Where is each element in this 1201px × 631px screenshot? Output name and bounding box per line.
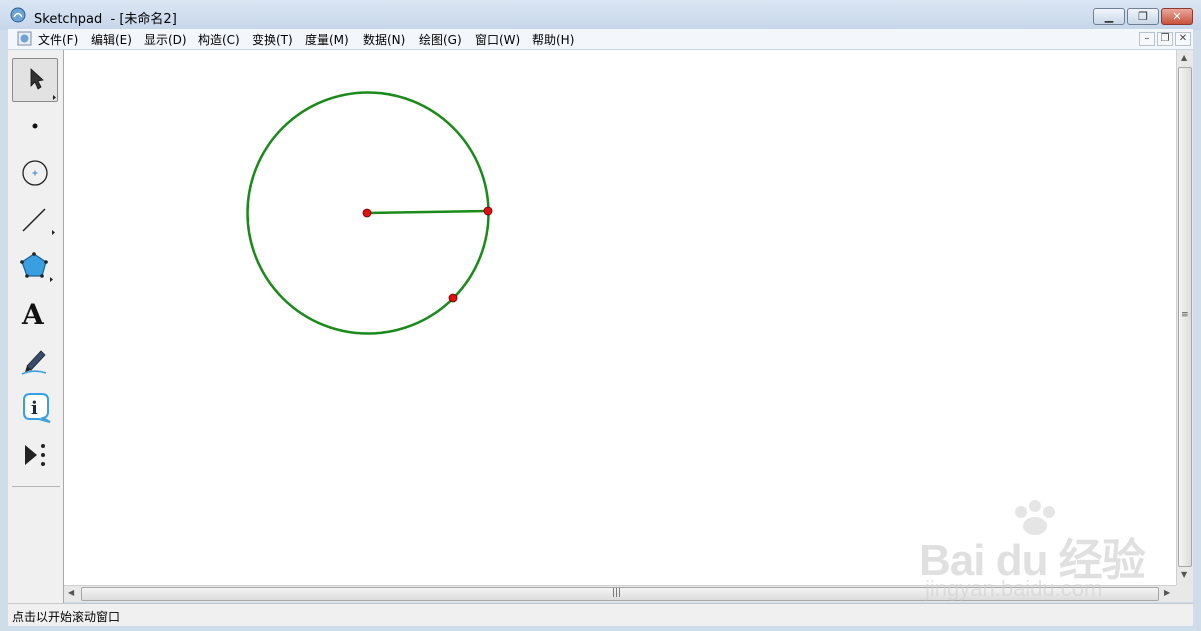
v-grip-icon: ≡ (1181, 310, 1189, 320)
info-tool-label: i (31, 398, 38, 419)
custom-tool[interactable] (12, 433, 58, 477)
mdi-close-icon: ✕ (1178, 33, 1188, 44)
horizontal-scroll-thumb[interactable]: ||| (81, 587, 1159, 601)
status-text: 点击以开始滚动窗口 (12, 610, 121, 624)
point-on-circle[interactable] (448, 293, 458, 303)
info-icon: i (23, 393, 51, 423)
segment-icon (22, 208, 55, 235)
menu-measure[interactable]: 度量(M) (305, 31, 349, 48)
menu-help[interactable]: 帮助(H) (532, 31, 574, 48)
mdi-minimize-button[interactable]: – (1139, 32, 1155, 46)
scroll-up-icon[interactable]: ▲ (1181, 53, 1187, 62)
radius-segment[interactable] (366, 209, 489, 215)
menu-file[interactable]: 文件(F) (38, 31, 78, 48)
construction-drawing (246, 91, 493, 335)
maximize-button[interactable]: ❐ (1127, 8, 1159, 25)
h-grip-icon: ||| (612, 588, 622, 598)
menu-display[interactable]: 显示(D) (144, 31, 187, 48)
polygon-tool[interactable] (12, 245, 58, 289)
menu-graph[interactable]: 绘图(G) (419, 31, 462, 48)
radius-endpoint[interactable] (483, 206, 493, 216)
point-tool[interactable] (12, 104, 58, 148)
menu-data[interactable]: 数据(N) (363, 31, 405, 48)
text-A-icon: A (21, 298, 45, 331)
circle-icon (22, 160, 48, 186)
toolbox: A i (8, 50, 64, 603)
mdi-minimize-icon: – (1144, 33, 1150, 44)
menu-construct[interactable]: 构造(C) (198, 31, 240, 48)
toolbox-divider (12, 486, 60, 487)
mdi-restore-button[interactable]: ❐ (1157, 32, 1173, 46)
minimize-icon: ▁ (1104, 10, 1114, 23)
sketchpad-app-icon (10, 7, 26, 23)
document-icon[interactable] (17, 31, 32, 46)
marker-pen-icon (21, 350, 47, 375)
center-point[interactable] (362, 208, 372, 218)
sketch-canvas[interactable] (64, 50, 1176, 585)
text-tool[interactable]: A (12, 292, 58, 336)
information-tool[interactable]: i (12, 386, 58, 430)
close-icon: ✕ (1172, 10, 1182, 23)
straightedge-tool[interactable] (12, 198, 58, 242)
menu-edit[interactable]: 编辑(E) (91, 31, 132, 48)
vertical-scroll-thumb[interactable]: ≡ (1178, 67, 1192, 567)
arrow-icon (30, 68, 56, 100)
scroll-down-icon[interactable]: ▼ (1181, 570, 1187, 579)
close-button[interactable]: ✕ (1161, 8, 1193, 25)
menu-transform[interactable]: 变换(T) (252, 31, 293, 48)
menu-bar: 文件(F) 编辑(E) 显示(D) 构造(C) 变换(T) 度量(M) 数据(N… (8, 29, 1193, 50)
text-tool-label: A (21, 298, 45, 331)
point-icon (32, 123, 38, 129)
mdi-close-button[interactable]: ✕ (1175, 32, 1191, 46)
title-bar: Sketchpad - [未命名2] ▁ ❐ ✕ (0, 0, 1201, 30)
status-bar: 点击以开始滚动窗口 (8, 603, 1193, 626)
maximize-icon: ❐ (1138, 10, 1148, 23)
marker-tool[interactable] (12, 339, 58, 383)
scrollbar-corner (1176, 585, 1193, 602)
window-title: Sketchpad - [未命名2] (34, 12, 177, 27)
menu-window[interactable]: 窗口(W) (475, 31, 520, 48)
mdi-restore-icon: ❐ (1160, 33, 1170, 44)
compass-tool[interactable] (12, 151, 58, 195)
selection-arrow-tool[interactable] (12, 58, 58, 102)
scroll-left-icon[interactable]: ◀ (68, 588, 74, 597)
vertical-scrollbar[interactable]: ▲ ≡ ▼ (1176, 50, 1193, 585)
scroll-right-icon[interactable]: ▶ (1164, 588, 1170, 597)
polygon-icon (20, 252, 53, 282)
minimize-button[interactable]: ▁ (1093, 8, 1125, 25)
horizontal-scrollbar[interactable]: ◀ ||| ▶ (64, 585, 1176, 602)
play-custom-icon (25, 444, 45, 466)
